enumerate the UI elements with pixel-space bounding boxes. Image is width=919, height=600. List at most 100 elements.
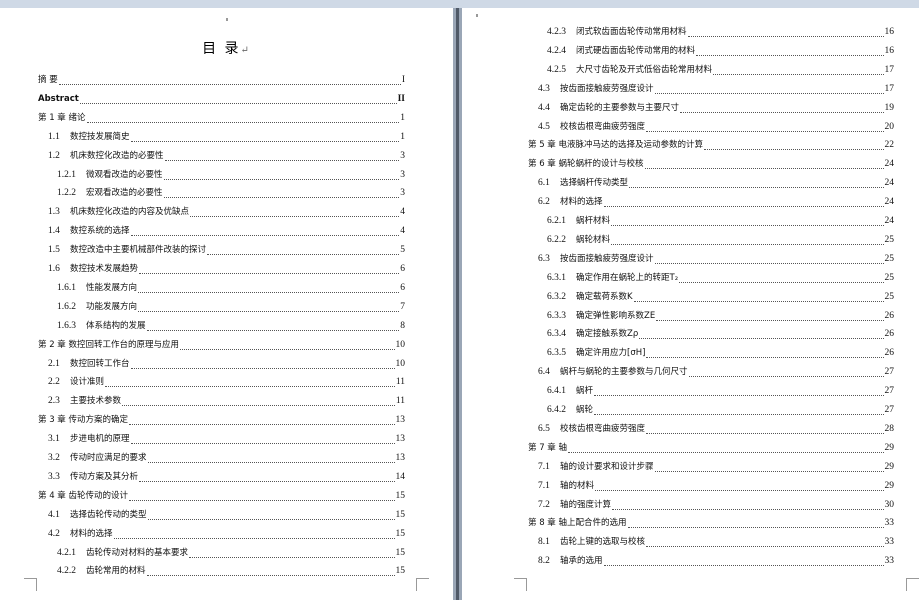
toc-entry-page: 11	[395, 396, 405, 407]
toc-entry-text: 轴的材料	[560, 480, 595, 491]
toc-entry[interactable]: 1.1 数控技发展简史 1	[48, 130, 405, 144]
toc-entry[interactable]: Abstract II	[38, 92, 405, 106]
toc-entry[interactable]: 1.2.1 微观看改造的必要性 3	[57, 168, 405, 182]
toc-entry[interactable]: 1.6 数控技术发展趋势 6	[48, 262, 405, 276]
toc-entry[interactable]: 第 7 章 轴 29	[528, 441, 894, 455]
toc-entry[interactable]: 8.1 齿轮上键的选取与校核 33	[538, 535, 894, 549]
toc-entry-number: 1.6.3	[57, 320, 76, 331]
toc-entry-text: 第 4 章 齿轮传动的设计	[38, 490, 129, 501]
toc-entry-text: 校核齿根弯曲疲劳强度	[560, 121, 646, 132]
toc-entry[interactable]: 6.3.3 确定弹性影响系数ZE 26	[547, 309, 894, 323]
toc-entry[interactable]: 1.5 数控改造中主要机械部件改装的探讨 5	[48, 243, 405, 257]
toc-entry-text: 第 3 章 传动方案的确定	[38, 415, 129, 426]
toc-entry-number: 1.6	[48, 264, 60, 274]
toc-entry-page: 25	[884, 291, 895, 302]
dot-leader	[611, 216, 884, 226]
toc-entry[interactable]: 6.4 蜗杆与蜗轮的主要参数与几何尺寸 27	[538, 365, 894, 379]
toc-entry[interactable]: 6.3 按齿面接触疲劳强度设计 25	[538, 252, 894, 266]
toc-entry[interactable]: 3.1 步进电机的原理 13	[48, 432, 405, 446]
toc-entry[interactable]: 4.2.2 齿轮常用的材料 15	[57, 564, 405, 578]
dot-leader	[86, 113, 400, 123]
toc-entry[interactable]: 2.1 数控回转工作台 10	[48, 357, 405, 371]
toc-entry[interactable]: 4.2 材料的选择 15	[48, 527, 405, 541]
toc-entry-page: 17	[884, 83, 895, 94]
toc-entry-page: 27	[884, 405, 895, 415]
toc-entry-text: 确定齿轮的主要参数与主要尺寸	[560, 102, 680, 113]
toc-entry[interactable]: 4.2.5 大尺寸齿轮及开式低俗齿轮常用材料 17	[547, 63, 894, 77]
toc-entry[interactable]: 第 6 章 蜗轮蜗杆的设计与校核 24	[528, 157, 894, 171]
toc-entry[interactable]: 4.2.3 闭式软齿面齿轮传动常用材料 16	[547, 25, 894, 39]
toc-entry[interactable]: 摘 要I	[38, 73, 405, 87]
toc-entry[interactable]: 6.2.1 蜗杆材料 24	[547, 214, 894, 228]
toc-entry[interactable]: 4.3 按齿面接触疲劳强度设计 17	[538, 82, 894, 96]
toc-entry[interactable]: 2.3 主要技术参数 11	[48, 394, 405, 408]
toc-entry-page: 24	[884, 178, 895, 189]
dot-leader	[129, 415, 395, 426]
toc-entry[interactable]: 6.5 校核齿根弯曲疲劳强度 28	[538, 422, 894, 436]
margin-corner-mark	[416, 578, 429, 591]
toc-entry-page: 24	[884, 197, 895, 208]
toc-entry[interactable]: 6.3.1 确定作用在蜗轮上的转距T₂ 25	[547, 271, 894, 285]
dot-leader	[130, 226, 400, 237]
toc-entry[interactable]: 7.2 轴的强度计算 30	[538, 498, 894, 512]
toc-entry[interactable]: 7.1 轴的设计要求和设计步骤 29	[538, 460, 894, 474]
toc-entry-text: 轴的设计要求和设计步骤	[560, 461, 654, 472]
dot-leader	[130, 359, 395, 369]
toc-entry[interactable]: 第 1 章 绪论 1	[38, 111, 405, 125]
toc-entry[interactable]: 第 3 章 传动方案的确定 13	[38, 413, 405, 427]
toc-entry[interactable]: 6.2.2 蜗轮材料 25	[547, 233, 894, 247]
header-tick-mark	[226, 18, 228, 21]
document-page-right[interactable]: 4.2.3 闭式软齿面齿轮传动常用材料 16 4.2.4 闭式硬齿面齿轮传动常用的材料 1…	[462, 8, 919, 600]
dot-leader	[603, 556, 884, 567]
toc-entry-text: Abstract	[38, 93, 79, 104]
toc-entry-number: 6.3.1	[547, 272, 566, 283]
toc-entry[interactable]: 4.2.4 闭式硬齿面齿轮传动常用的材料 16	[547, 44, 894, 58]
dot-leader	[603, 197, 884, 208]
toc-entry[interactable]: 6.3.2 确定载荷系数K 25	[547, 290, 894, 304]
toc-entry[interactable]: 3.3 传动方案及其分析 14	[48, 470, 405, 484]
dot-leader	[680, 103, 884, 113]
toc-entry-text: 蜗轮材料	[576, 234, 611, 245]
toc-entry-text: 数控回转工作台	[70, 358, 130, 369]
document-page-left[interactable]: 目 录↵ 摘 要 I Abstract II 第 1 章 绪论 1 1.1 数控技发展简史 1 1…	[0, 8, 453, 600]
toc-entry[interactable]: 第 4 章 齿轮传动的设计 15	[38, 489, 405, 503]
toc-entry-page: 10	[395, 358, 406, 369]
toc-entry[interactable]: 2.2 设计准则 11	[48, 375, 405, 389]
toc-entry[interactable]: 4.5 校核齿根弯曲疲劳强度 20	[538, 120, 894, 134]
toc-entry[interactable]: 1.6.3 体系结构的发展 8	[57, 319, 405, 333]
toc-entry[interactable]: 7.1 轴的材料 29	[538, 479, 894, 493]
toc-entry[interactable]: 第 2 章 数控回转工作台的原理与应用 10	[38, 338, 405, 352]
toc-entry[interactable]: 6.4.2 蜗轮 27	[547, 403, 894, 417]
toc-entry[interactable]: 1.2 机床数控化改造的必要性 3	[48, 149, 405, 163]
toc-entry[interactable]: 1.4 数控系统的选择 4	[48, 224, 405, 238]
toc-entry[interactable]: 第 8 章 轴上配合件的选用 33	[528, 516, 894, 530]
toc-entry[interactable]: 6.3.4 确定接触系数Zρ 26	[547, 327, 894, 341]
toc-entry[interactable]: 3.2 传动时应满足的要求 13	[48, 451, 405, 465]
toc-entry-number: 6.4.2	[547, 405, 566, 415]
toc-entry[interactable]: 1.6.2 功能发展方向 7	[57, 300, 405, 314]
toc-entry-number: 4.4	[538, 102, 550, 113]
toc-entry-number: 2.3	[48, 396, 60, 407]
toc-entry[interactable]: 第 5 章 电液脉冲马达的选择及运动参数的计算 22	[528, 138, 894, 152]
toc-entry-page: 15	[395, 528, 406, 539]
toc-entry[interactable]: 1.2.2 宏观看改造的必要性 3	[57, 186, 405, 200]
dot-leader	[713, 65, 884, 75]
toc-entry[interactable]: 4.4 确定齿轮的主要参数与主要尺寸 19	[538, 101, 894, 115]
toc-entry-page: 1	[400, 112, 405, 123]
toc-entry[interactable]: 1.6.1 性能发展方向 6	[57, 281, 405, 295]
toc-entry-number: 6.3	[538, 253, 550, 264]
toc-entry[interactable]: 1.3 机床数控化改造的内容及优缺点 4	[48, 205, 405, 219]
toc-entry-number: 1.1	[48, 131, 60, 142]
toc-entry[interactable]: 6.1 选择蜗杆传动类型 24	[538, 176, 894, 190]
dot-leader	[147, 510, 395, 520]
toc-entry[interactable]: 6.2 材料的选择 24	[538, 195, 894, 209]
toc-entry[interactable]: 4.2.1 齿轮传动对材料的基本要求 15	[57, 546, 405, 560]
toc-entry[interactable]: 6.3.5 确定许用应力[σH] 26	[547, 346, 894, 360]
toc-entry-text: 机床数控化改造的内容及优缺点	[70, 207, 190, 218]
toc-entry-text: 微观看改造的必要性	[86, 169, 163, 180]
toc-entry[interactable]: 8.2 轴承的选用 33	[538, 554, 894, 568]
dot-leader	[646, 537, 884, 548]
toc-entry[interactable]: 4.1 选择齿轮传动的类型 15	[48, 508, 405, 522]
toc-entry-text: 传动方案及其分析	[70, 471, 139, 482]
toc-entry[interactable]: 6.4.1 蜗杆 27	[547, 384, 894, 398]
